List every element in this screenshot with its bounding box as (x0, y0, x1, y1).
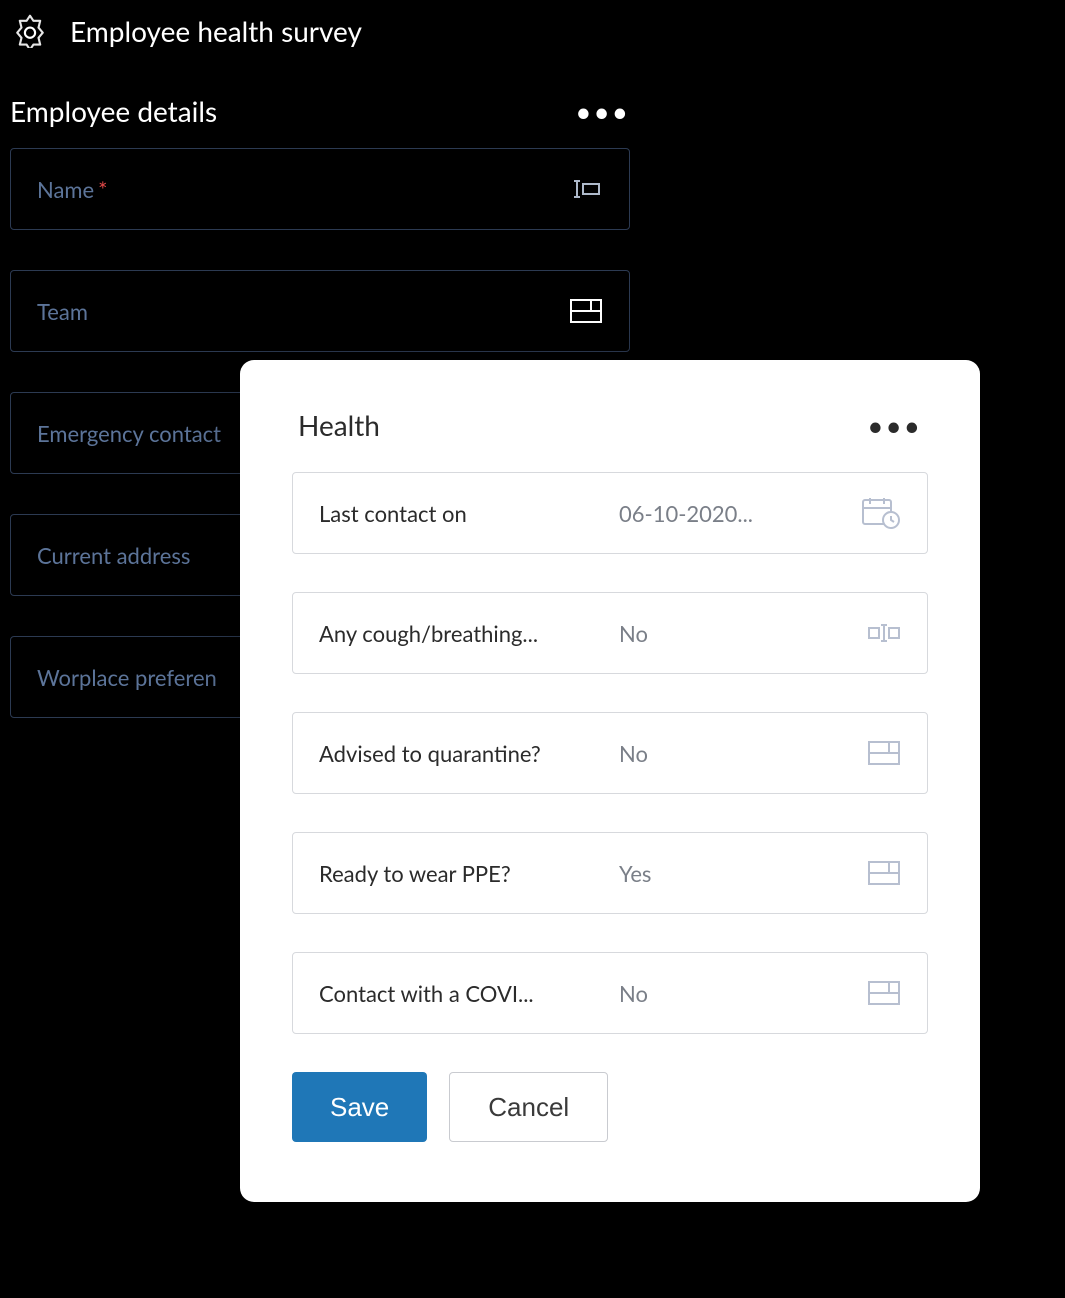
covid-contact-value: No (619, 980, 867, 1007)
cancel-button[interactable]: Cancel (449, 1072, 608, 1142)
ppe-field[interactable]: Ready to wear PPE? Yes (292, 832, 928, 914)
team-label: Team (37, 298, 88, 325)
quarantine-label: Advised to quarantine? (319, 740, 619, 767)
workplace-preference-label: Worplace preferen (37, 664, 217, 691)
health-title: Health (298, 408, 380, 442)
app-title: Employee health survey (70, 14, 362, 48)
last-contact-field[interactable]: Last contact on 06-10-2020... (292, 472, 928, 554)
name-label: Name (37, 176, 94, 203)
cough-breathing-field[interactable]: Any cough/breathing... No (292, 592, 928, 674)
ppe-label: Ready to wear PPE? (319, 860, 619, 887)
required-marker: * (98, 176, 107, 203)
team-field[interactable]: Team (10, 270, 630, 352)
text-input-icon (867, 621, 901, 645)
employee-details-title: Employee details (10, 94, 217, 128)
calendar-clock-icon (861, 496, 901, 530)
last-contact-value: 06-10-2020... (619, 500, 861, 527)
health-modal: Health ••• Last contact on 06-10-2020...… (240, 360, 980, 1202)
last-contact-label: Last contact on (319, 500, 619, 527)
table-icon (569, 298, 603, 324)
cough-breathing-value: No (619, 620, 867, 647)
table-icon (867, 980, 901, 1006)
modal-actions: Save Cancel (292, 1072, 928, 1142)
table-icon (867, 740, 901, 766)
gear-icon (10, 14, 50, 48)
text-input-icon (569, 177, 603, 201)
quarantine-value: No (619, 740, 867, 767)
cough-breathing-label: Any cough/breathing... (319, 620, 619, 647)
covid-contact-label: Contact with a COVI... (319, 980, 619, 1007)
current-address-label: Current address (37, 542, 190, 569)
emergency-contact-label: Emergency contact (37, 420, 221, 447)
covid-contact-field[interactable]: Contact with a COVI... No (292, 952, 928, 1034)
more-icon[interactable]: ••• (575, 94, 630, 128)
ppe-value: Yes (619, 860, 867, 887)
more-icon[interactable]: ••• (867, 408, 922, 442)
app-header: Employee health survey (0, 0, 1065, 48)
save-button[interactable]: Save (292, 1072, 427, 1142)
name-field[interactable]: Name* (10, 148, 630, 230)
table-icon (867, 860, 901, 886)
quarantine-field[interactable]: Advised to quarantine? No (292, 712, 928, 794)
